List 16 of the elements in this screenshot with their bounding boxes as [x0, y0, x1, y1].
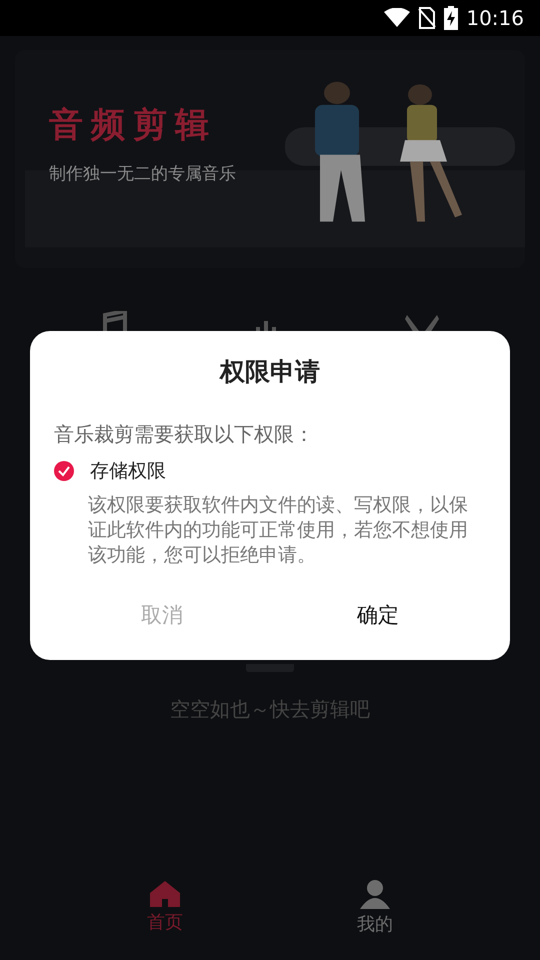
wifi-icon	[384, 8, 410, 28]
cancel-button[interactable]: 取消	[111, 592, 213, 640]
confirm-button[interactable]: 确定	[327, 592, 429, 640]
banner-title: 音频剪辑	[49, 104, 217, 147]
permission-description: 该权限要获取软件内文件的读、写权限，以保证此软件内的功能可正常使用，若您不想使用该功能，您可以拒绝申请。	[88, 493, 469, 568]
home-icon	[150, 880, 180, 906]
status-time: 10:16	[466, 5, 524, 32]
nav-tab[interactable]: 我的	[357, 878, 393, 938]
dialog-title: 权限申请	[218, 356, 321, 388]
dialog-intro: 音乐裁剪需要获取以下权限：	[54, 420, 315, 448]
checkbox[interactable]	[54, 460, 74, 481]
battery-charging-icon	[444, 6, 458, 30]
no-sim-icon	[418, 7, 436, 29]
person-icon	[360, 878, 390, 908]
banner-subtitle: 制作独一无二的专属音乐	[49, 163, 236, 186]
permission-name: 存储权限	[90, 458, 166, 484]
